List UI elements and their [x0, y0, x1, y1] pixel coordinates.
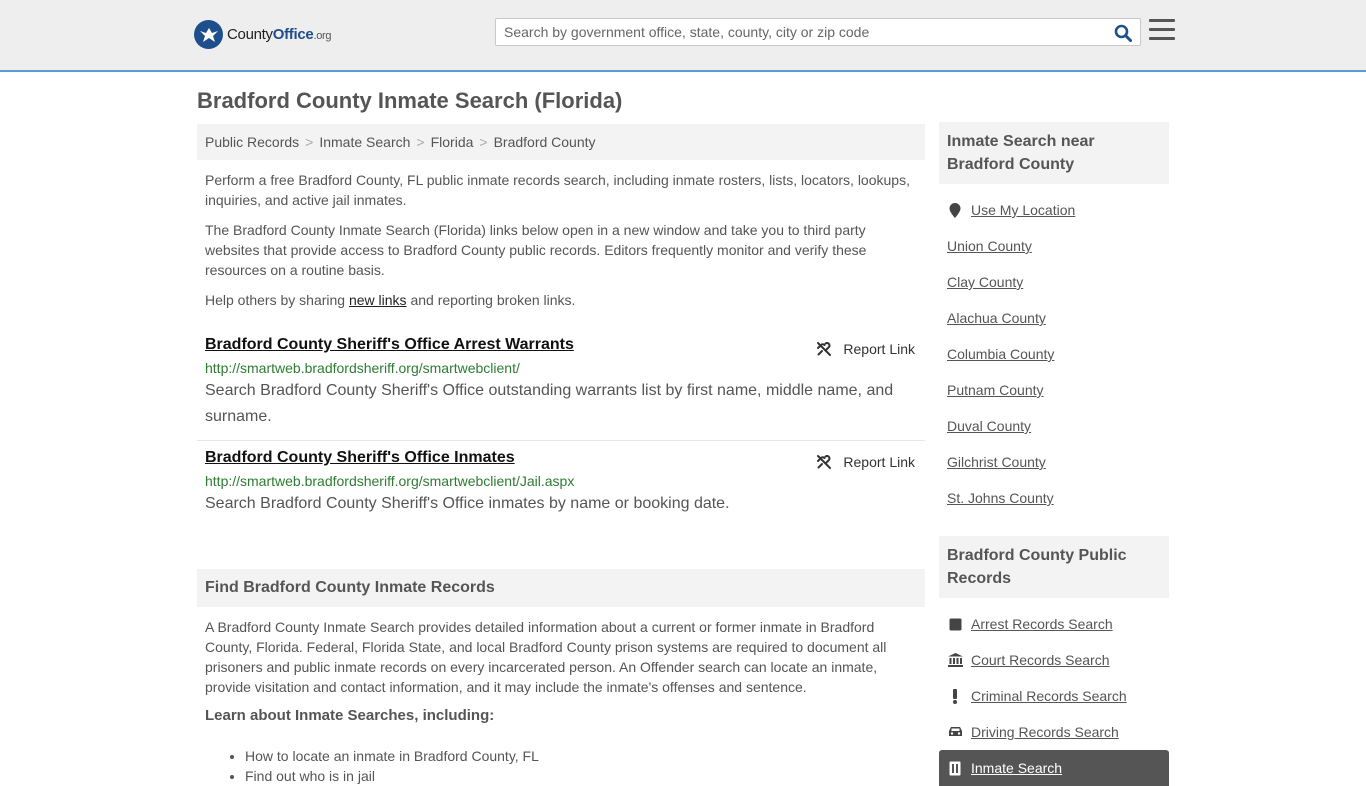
report-link-button[interactable]: Report Link [815, 453, 915, 471]
nearby-county-link[interactable]: Duval County [947, 418, 1031, 434]
report-link-button[interactable]: Report Link [815, 340, 915, 358]
resource-link-url: http://smartweb.bradfordsheriff.org/smar… [205, 360, 520, 376]
use-my-location-link[interactable]: Use My Location [971, 202, 1075, 218]
nearby-county-link[interactable]: Gilchrist County [947, 454, 1046, 470]
exclamation-icon [947, 688, 963, 704]
intro-paragraph-3: Help others by sharing new links and rep… [205, 292, 576, 308]
main-content: Public Records > Inmate Search > Florida > Bra… [197, 124, 925, 786]
new-links-link[interactable]: new links [349, 292, 407, 308]
nearby-county-link[interactable]: Alachua County [947, 310, 1046, 326]
resource-link-description: Search Bradford County Sheriff's Office … [205, 382, 894, 425]
use-location-item: Use My Location [947, 192, 1161, 228]
nearby-county-link[interactable]: Union County [947, 238, 1032, 254]
breadcrumb-florida[interactable]: Florida [431, 134, 474, 150]
eagle-seal-icon [194, 20, 223, 49]
logo-text: CountyOffice.org [227, 26, 332, 43]
site-logo[interactable]: CountyOffice.org [194, 20, 332, 49]
page-title: Bradford County Inmate Search (Florida) [197, 88, 623, 113]
sidebar-item-duval-county: Duval County [947, 408, 1161, 444]
sidebar-item-arrest-records: Arrest Records Search [947, 606, 1161, 642]
inmate-search-link[interactable]: Inmate Search [971, 760, 1062, 776]
resource-link-url: http://smartweb.bradfordsheriff.org/smar… [205, 473, 575, 489]
top-bar: CountyOffice.org [0, 0, 1366, 72]
driving-records-link[interactable]: Driving Records Search [971, 724, 1119, 740]
court-records-link[interactable]: Court Records Search [971, 652, 1110, 668]
nearby-list: Use My Location Union County Clay County… [939, 192, 1169, 516]
sidebar: Inmate Search near Bradford County Use M… [939, 122, 1169, 786]
breadcrumb-public-records[interactable]: Public Records [205, 134, 299, 150]
breadcrumb-separator: > [479, 134, 488, 150]
find-records-heading: Find Bradford County Inmate Records [197, 569, 925, 607]
resource-links: Bradford County Sheriff's Office Arrest … [197, 328, 925, 527]
list-item: How to locate an inmate in Bradford Coun… [245, 746, 925, 766]
find-records-body: A Bradford County Inmate Search provides… [205, 619, 887, 695]
nearby-heading: Inmate Search near Bradford County [939, 122, 1169, 184]
resource-link-description: Search Bradford County Sheriff's Office … [205, 495, 730, 512]
search-input[interactable] [496, 19, 1096, 45]
intro-paragraph-1: Perform a free Bradford County, FL publi… [205, 172, 910, 208]
intro-text: Perform a free Bradford County, FL publi… [197, 170, 925, 310]
sidebar-item-inmate-search: Inmate Search [939, 750, 1169, 786]
sidebar-item-court-records: Court Records Search [947, 642, 1161, 678]
intro-paragraph-2: The Bradford County Inmate Search (Flori… [205, 222, 867, 278]
nearby-county-link[interactable]: Clay County [947, 274, 1023, 290]
sidebar-item-union-county: Union County [947, 228, 1161, 264]
resource-link-title[interactable]: Bradford County Sheriff's Office Arrest … [205, 336, 574, 353]
sidebar-item-gilchrist-county: Gilchrist County [947, 444, 1161, 480]
list-item: Find out who is in jail [245, 766, 925, 786]
learn-list: How to locate an inmate in Bradford Coun… [197, 746, 925, 786]
resource-link-title[interactable]: Bradford County Sheriff's Office Inmates [205, 449, 515, 466]
courthouse-icon [947, 653, 963, 667]
arrest-records-link[interactable]: Arrest Records Search [971, 616, 1113, 632]
broken-link-icon [817, 342, 832, 356]
sidebar-item-clay-county: Clay County [947, 264, 1161, 300]
search-icon[interactable] [1112, 22, 1134, 44]
breadcrumb-inmate-search[interactable]: Inmate Search [319, 134, 410, 150]
public-records-list: Arrest Records Search Court Records Sear… [939, 606, 1169, 786]
breadcrumb-separator: > [416, 134, 425, 150]
inmate-icon [947, 761, 963, 776]
sidebar-item-alachua-county: Alachua County [947, 300, 1161, 336]
sidebar-item-columbia-county: Columbia County [947, 336, 1161, 372]
car-icon [947, 726, 963, 738]
nearby-county-link[interactable]: Putnam County [947, 382, 1044, 398]
breadcrumb-separator: > [305, 134, 314, 150]
sidebar-item-putnam-county: Putnam County [947, 372, 1161, 408]
criminal-records-link[interactable]: Criminal Records Search [971, 688, 1127, 704]
public-records-heading: Bradford County Public Records [939, 536, 1169, 598]
map-pin-icon [947, 202, 963, 218]
broken-link-icon [817, 455, 832, 469]
resource-link-item: Bradford County Sheriff's Office Arrest … [197, 328, 925, 441]
hamburger-menu-icon[interactable] [1149, 19, 1175, 43]
sidebar-item-st-johns-county: St. Johns County [947, 480, 1161, 516]
nearby-county-link[interactable]: Columbia County [947, 346, 1054, 362]
breadcrumb: Public Records > Inmate Search > Florida > Bra… [197, 124, 925, 160]
nearby-county-link[interactable]: St. Johns County [947, 490, 1054, 506]
square-icon [947, 618, 963, 631]
learn-heading: Learn about Inmate Searches, including: [205, 707, 495, 724]
site-search [495, 18, 1141, 46]
sidebar-item-driving-records: Driving Records Search [947, 714, 1161, 750]
breadcrumb-bradford-county[interactable]: Bradford County [494, 134, 596, 150]
sidebar-item-criminal-records: Criminal Records Search [947, 678, 1161, 714]
resource-link-item: Bradford County Sheriff's Office Inmates… [197, 441, 925, 527]
